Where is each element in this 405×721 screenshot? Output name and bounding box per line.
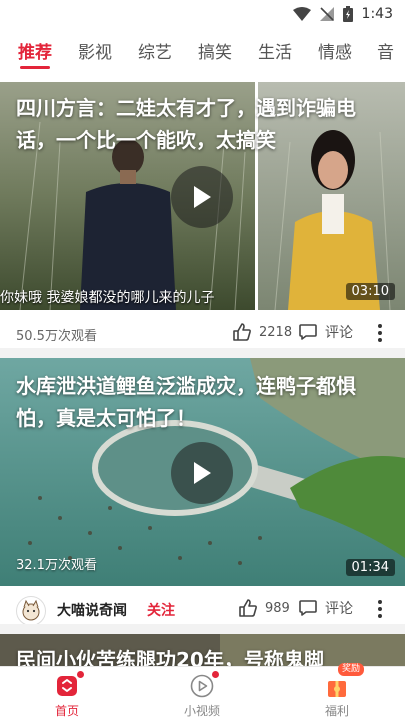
active-tab-indicator — [20, 66, 50, 69]
more-options-icon[interactable] — [377, 600, 383, 620]
notification-dot — [212, 671, 219, 678]
tab-emotion[interactable]: 情感 — [318, 38, 352, 63]
view-count: 50.5万次观看 — [16, 329, 97, 344]
author-avatar[interactable] — [16, 596, 46, 626]
play-icon — [194, 186, 211, 208]
tab-recommend[interactable]: 推荐 — [18, 38, 52, 63]
nav-short-video[interactable]: 小视频 — [162, 671, 242, 719]
divider — [0, 348, 405, 358]
video-duration: 01:34 — [345, 559, 395, 576]
video-subtitle: 你妹哦 我婆娘都没的哪儿来的儿子 — [0, 290, 215, 306]
tab-variety[interactable]: 综艺 — [138, 38, 172, 63]
comment-label: 评论 — [325, 601, 353, 617]
no-signal-icon — [319, 7, 334, 21]
gift-icon: 奖励 — [324, 663, 365, 699]
comment-button[interactable]: 评论 — [298, 598, 353, 618]
like-count: 989 — [265, 600, 290, 616]
play-button[interactable] — [171, 166, 233, 228]
video-card-3[interactable]: 民间小伙苦练腿功20年，号称鬼脚 — [0, 634, 405, 666]
nav-welfare-label: 福利 — [324, 704, 349, 718]
thumbs-up-icon — [233, 323, 251, 341]
tab-funny[interactable]: 搞笑 — [198, 38, 232, 63]
tab-life[interactable]: 生活 — [258, 38, 292, 63]
nav-short-video-label: 小视频 — [183, 704, 220, 718]
nav-home[interactable]: 首页 — [27, 671, 107, 719]
follow-button[interactable]: 关注 — [147, 600, 175, 620]
tab-film[interactable]: 影视 — [78, 38, 112, 63]
comment-label: 评论 — [325, 325, 353, 341]
tab-music[interactable]: 音 — [377, 38, 394, 63]
status-time: 1:43 — [361, 6, 393, 22]
thumbs-up-icon — [239, 599, 257, 617]
nav-home-label: 首页 — [54, 704, 79, 718]
nav-welfare[interactable]: 奖励 福利 — [297, 663, 377, 719]
play-circle-icon — [189, 671, 219, 699]
reward-badge: 奖励 — [338, 663, 365, 676]
comment-button[interactable]: 评论 — [298, 322, 353, 342]
play-icon — [194, 462, 211, 484]
status-icons: 1:43 — [292, 4, 393, 24]
video-card-1[interactable]: 四川方言：二娃太有才了，遇到诈骗电话，一个比一个能吹，太搞笑 你妹哦 我婆娘都没… — [0, 82, 405, 310]
video-duration: 03:10 — [345, 283, 395, 300]
cat-logo-icon — [22, 599, 40, 621]
video-title: 水库泄洪道鲤鱼泛滥成灾，连鸭子都惧怕，真是太可怕了！ — [16, 374, 356, 430]
battery-icon — [342, 6, 353, 22]
bottom-nav: 首页 小视频 奖励 福利 — [0, 663, 405, 721]
comment-icon — [299, 600, 317, 616]
home-icon — [54, 671, 84, 699]
like-count: 2218 — [259, 324, 293, 340]
divider — [0, 624, 405, 634]
video-title: 民间小伙苦练腿功20年，号称鬼脚 — [16, 648, 324, 666]
more-options-icon[interactable] — [377, 324, 383, 344]
author-name[interactable]: 大喵说奇闻 — [57, 600, 127, 620]
view-count: 32.1万次观看 — [16, 558, 97, 573]
comment-icon — [299, 324, 317, 340]
notification-dot — [77, 671, 84, 678]
video-card-2[interactable]: 水库泄洪道鲤鱼泛滥成灾，连鸭子都惧怕，真是太可怕了！ 32.1万次观看 01:3… — [0, 358, 405, 586]
status-bar: 1:43 — [0, 0, 405, 28]
video-title: 四川方言：二娃太有才了，遇到诈骗电话，一个比一个能吹，太搞笑 — [16, 96, 356, 152]
play-button[interactable] — [171, 442, 233, 504]
like-button[interactable]: 2218 — [232, 322, 292, 342]
wifi-icon — [292, 7, 311, 21]
category-tabs: 推荐 影视 综艺 搞笑 生活 情感 音 — [0, 28, 405, 72]
like-button[interactable]: 989 — [238, 598, 290, 618]
